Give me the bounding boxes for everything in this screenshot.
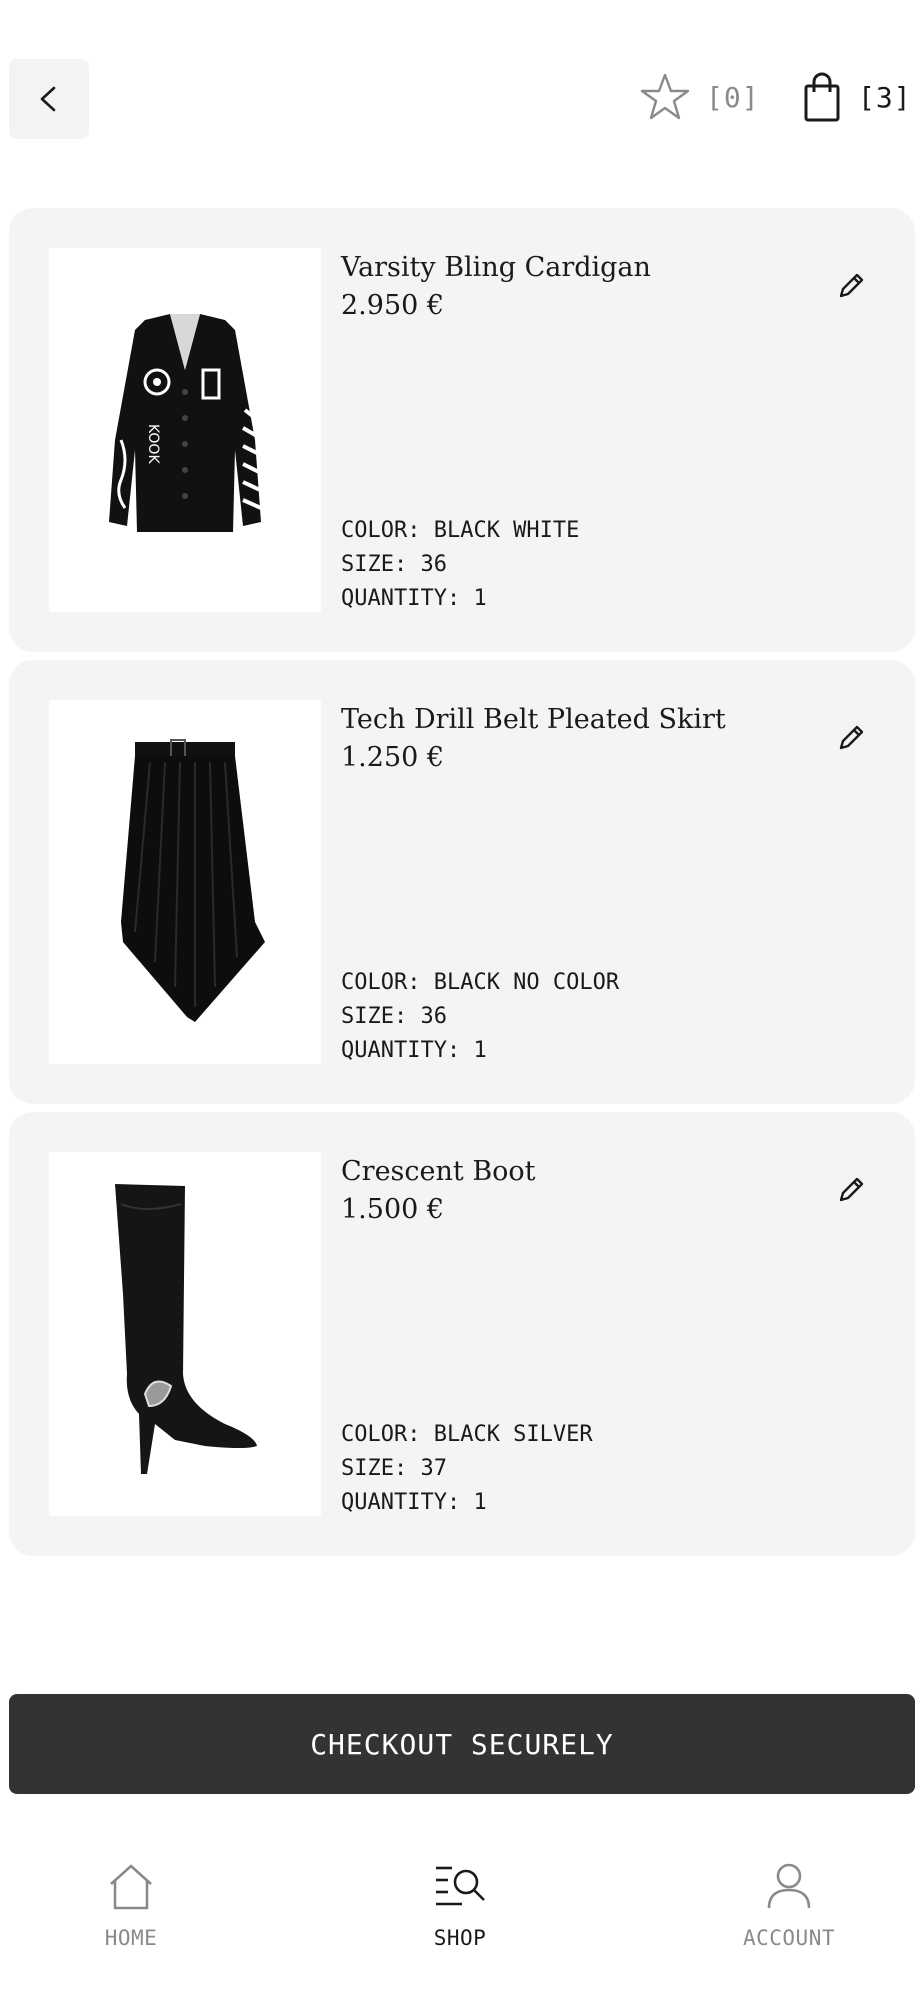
product-image-skirt[interactable] [49, 700, 321, 1064]
checkout-button[interactable]: CHECKOUT SECURELY [9, 1694, 915, 1794]
product-name[interactable]: Crescent Boot [341, 1156, 536, 1187]
back-button[interactable] [9, 59, 89, 139]
chevron-left-icon [40, 86, 56, 112]
cart-item: KOOK Varsity Bling Cardigan 2.950 € COLO… [9, 208, 915, 652]
star-outline-icon [640, 73, 690, 120]
pencil-icon [839, 273, 864, 298]
svg-text:KOOK: KOOK [145, 424, 161, 464]
wishlist-button[interactable]: [0] [640, 70, 760, 124]
product-quantity: QUANTITY: 1 [341, 1038, 487, 1063]
product-size: SIZE: 36 [341, 552, 447, 577]
edit-item-button[interactable] [831, 1170, 871, 1210]
user-icon [767, 1863, 811, 1909]
product-color: COLOR: BLACK WHITE [341, 518, 580, 543]
shop-search-icon [436, 1866, 485, 1906]
product-name[interactable]: Tech Drill Belt Pleated Skirt [341, 704, 726, 735]
product-quantity: QUANTITY: 1 [341, 586, 487, 611]
product-color: COLOR: BLACK SILVER [341, 1422, 593, 1447]
product-price: 1.250 € [341, 742, 445, 773]
product-details: COLOR: BLACK SILVER SIZE: 37 QUANTITY: 1 [341, 1418, 593, 1520]
cart-item: Tech Drill Belt Pleated Skirt 1.250 € CO… [9, 660, 915, 1104]
home-icon [110, 1864, 152, 1910]
nav-account[interactable]: ACCOUNT [689, 1860, 889, 1950]
black-cardigan-image: KOOK [109, 314, 262, 532]
product-size: SIZE: 37 [341, 1456, 447, 1481]
product-details: COLOR: BLACK NO COLOR SIZE: 36 QUANTITY:… [341, 966, 619, 1068]
nav-home[interactable]: HOME [31, 1860, 231, 1950]
wishlist-count: [0] [706, 80, 760, 114]
bag-count: [3] [858, 80, 912, 114]
product-details: COLOR: BLACK WHITE SIZE: 36 QUANTITY: 1 [341, 514, 579, 616]
black-pleated-skirt-image [121, 739, 265, 1022]
pencil-icon [839, 1177, 864, 1202]
product-size: SIZE: 36 [341, 1004, 447, 1029]
product-name[interactable]: Varsity Bling Cardigan [341, 252, 651, 283]
product-image-boot[interactable] [49, 1152, 321, 1516]
edit-item-button[interactable] [831, 718, 871, 758]
product-price: 1.500 € [341, 1194, 445, 1225]
nav-account-label: ACCOUNT [742, 1926, 835, 1950]
bag-button[interactable]: [3] [804, 70, 912, 124]
product-image-cardigan[interactable]: KOOK [49, 248, 321, 612]
nav-shop-label: SHOP [433, 1926, 487, 1950]
nav-home-label: HOME [104, 1926, 158, 1950]
cart-item: Crescent Boot 1.500 € COLOR: BLACK SILVE… [9, 1112, 915, 1556]
shopping-bag-icon [804, 72, 840, 122]
product-quantity: QUANTITY: 1 [341, 1490, 487, 1515]
nav-shop[interactable]: SHOP [360, 1860, 560, 1950]
product-color: COLOR: BLACK NO COLOR [341, 970, 620, 995]
edit-item-button[interactable] [831, 266, 871, 306]
black-boot-image [115, 1184, 257, 1474]
pencil-icon [839, 725, 864, 750]
product-price: 2.950 € [341, 290, 445, 321]
